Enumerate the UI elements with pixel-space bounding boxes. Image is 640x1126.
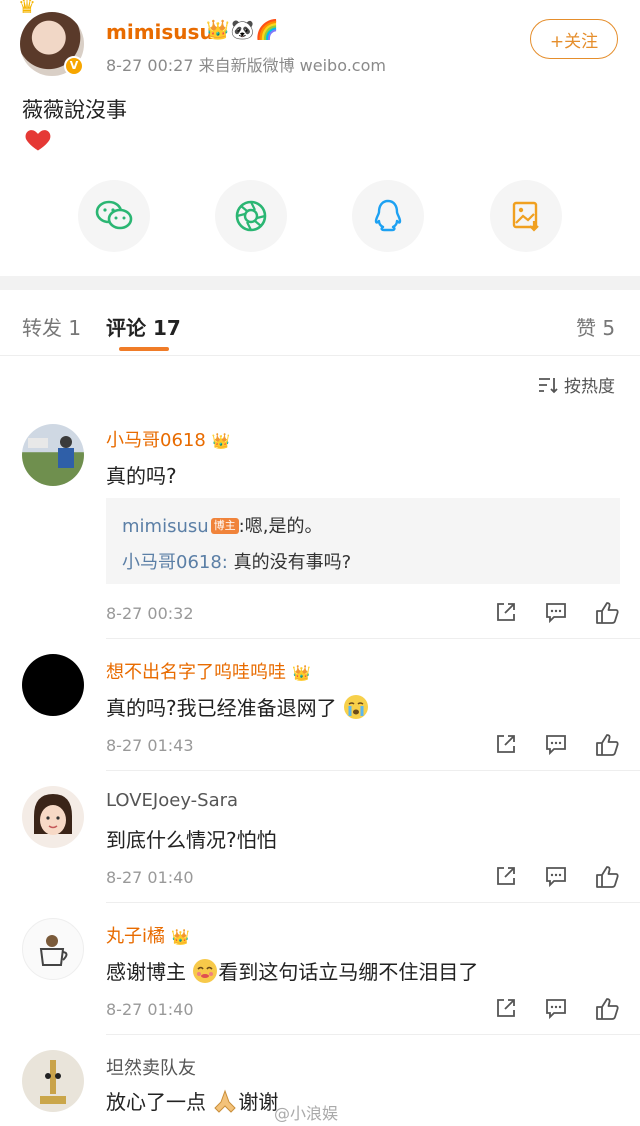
like-icon[interactable] (594, 600, 620, 626)
divider (106, 770, 640, 771)
praying-hands-emoji-icon (214, 1089, 237, 1113)
post-meta: 8-27 00:27 来自新版微博 weibo.com (106, 56, 386, 75)
section-divider (0, 276, 640, 290)
comment-icon[interactable] (544, 996, 568, 1020)
share-wechat-button[interactable] (78, 180, 150, 252)
like-icon[interactable] (594, 732, 620, 758)
avatar[interactable] (22, 918, 84, 980)
crown-icon: 👑 (171, 928, 190, 946)
comment-text: 感谢博主 看到这句话立马绷不住泪目了 (106, 959, 479, 984)
share-qq-button[interactable] (352, 180, 424, 252)
avatar[interactable] (22, 786, 84, 848)
share-icon[interactable] (494, 996, 518, 1020)
verified-badge-icon: V (64, 56, 84, 76)
reply-text: 真的没有事吗? (227, 552, 352, 573)
share-icon[interactable] (494, 864, 518, 888)
comment-username[interactable]: LOVEJoey-Sara (106, 790, 238, 811)
crying-emoji-icon (343, 695, 368, 719)
comment-icon[interactable] (544, 864, 568, 888)
like-icon[interactable] (594, 996, 620, 1022)
share-row (0, 180, 640, 252)
save-image-icon (512, 201, 539, 232)
heart-icon (25, 130, 51, 151)
sort-icon (539, 377, 558, 393)
tab-active-indicator (119, 347, 169, 351)
comment-actions (490, 864, 620, 892)
reply-line: mimisusu 博主:嗯,是的。 (122, 512, 322, 538)
comment-username[interactable]: 小马哥0618 👑 (106, 426, 231, 452)
reply-text: :嗯,是的。 (238, 516, 323, 537)
avatar[interactable] (22, 424, 84, 486)
reply-author[interactable]: 小马哥0618: (122, 552, 228, 573)
comment-actions (490, 600, 620, 628)
reply-line: 小马哥0618: 真的没有事吗? (122, 548, 351, 574)
comment-text: 真的吗? (106, 464, 177, 488)
comment-time: 8-27 01:40 (106, 868, 194, 887)
comment-username[interactable]: 想不出名字了呜哇呜哇 👑 (106, 658, 311, 684)
post-username[interactable]: mimisusu (106, 20, 214, 44)
comment-time: 8-27 01:43 (106, 736, 194, 755)
avatar[interactable] (22, 654, 84, 716)
qq-icon (374, 199, 402, 232)
comment-text: 真的吗?我已经准备退网了 (106, 692, 369, 721)
post-card: ♛ V mimisusu 👑🐼🌈 8-27 00:27 来自新版微博 weibo… (0, 0, 640, 276)
author-tag: 博主 (210, 518, 239, 534)
divider (106, 638, 640, 639)
share-icon[interactable] (494, 732, 518, 756)
comment-icon[interactable] (544, 600, 568, 624)
post-text: 薇薇說沒事 (22, 98, 127, 122)
moments-icon (235, 200, 267, 232)
comment-actions (490, 996, 620, 1024)
reply-author[interactable]: mimisusu (122, 516, 209, 537)
share-icon[interactable] (494, 600, 518, 624)
tab-likes[interactable]: 赞 5 (576, 312, 615, 341)
reply-box[interactable]: mimisusu 博主:嗯,是的。 小马哥0618: 真的没有事吗? (106, 498, 620, 584)
avatar[interactable] (22, 1050, 84, 1112)
like-icon[interactable] (594, 864, 620, 890)
comment-time: 8-27 01:40 (106, 1000, 194, 1019)
divider (106, 1034, 640, 1035)
comment-actions (490, 732, 620, 760)
divider (106, 902, 640, 903)
comment-icon[interactable] (544, 732, 568, 756)
follow-button[interactable]: +关注 (530, 19, 618, 59)
share-moments-button[interactable] (215, 180, 287, 252)
save-image-button[interactable] (490, 180, 562, 252)
comment-text: 放心了一点 谢谢 (106, 1089, 279, 1114)
comment-time: 8-27 00:32 (106, 604, 194, 623)
crown-icon: 👑 (292, 664, 311, 682)
tab-bar: 转发 1 评论 17 赞 5 (0, 290, 640, 356)
sort-button[interactable]: 按热度 (538, 372, 615, 397)
comment-username[interactable]: 坦然卖队友 (106, 1054, 196, 1080)
tab-comments[interactable]: 评论 17 (106, 312, 181, 341)
comment-text: 到底什么情况?怕怕 (106, 828, 277, 852)
tab-repost[interactable]: 转发 1 (22, 312, 81, 341)
wechat-icon (95, 200, 133, 230)
crown-icon: 👑 (211, 432, 231, 450)
comment-username[interactable]: 丸子i橘 👑 (106, 922, 190, 948)
sort-label: 按热度 (564, 377, 615, 397)
user-badges: 👑🐼🌈 (206, 19, 280, 41)
tearful-emoji-icon (193, 959, 218, 983)
crown-icon: ♛ (18, 0, 36, 18)
watermark: @小浪娱 (274, 1104, 339, 1123)
